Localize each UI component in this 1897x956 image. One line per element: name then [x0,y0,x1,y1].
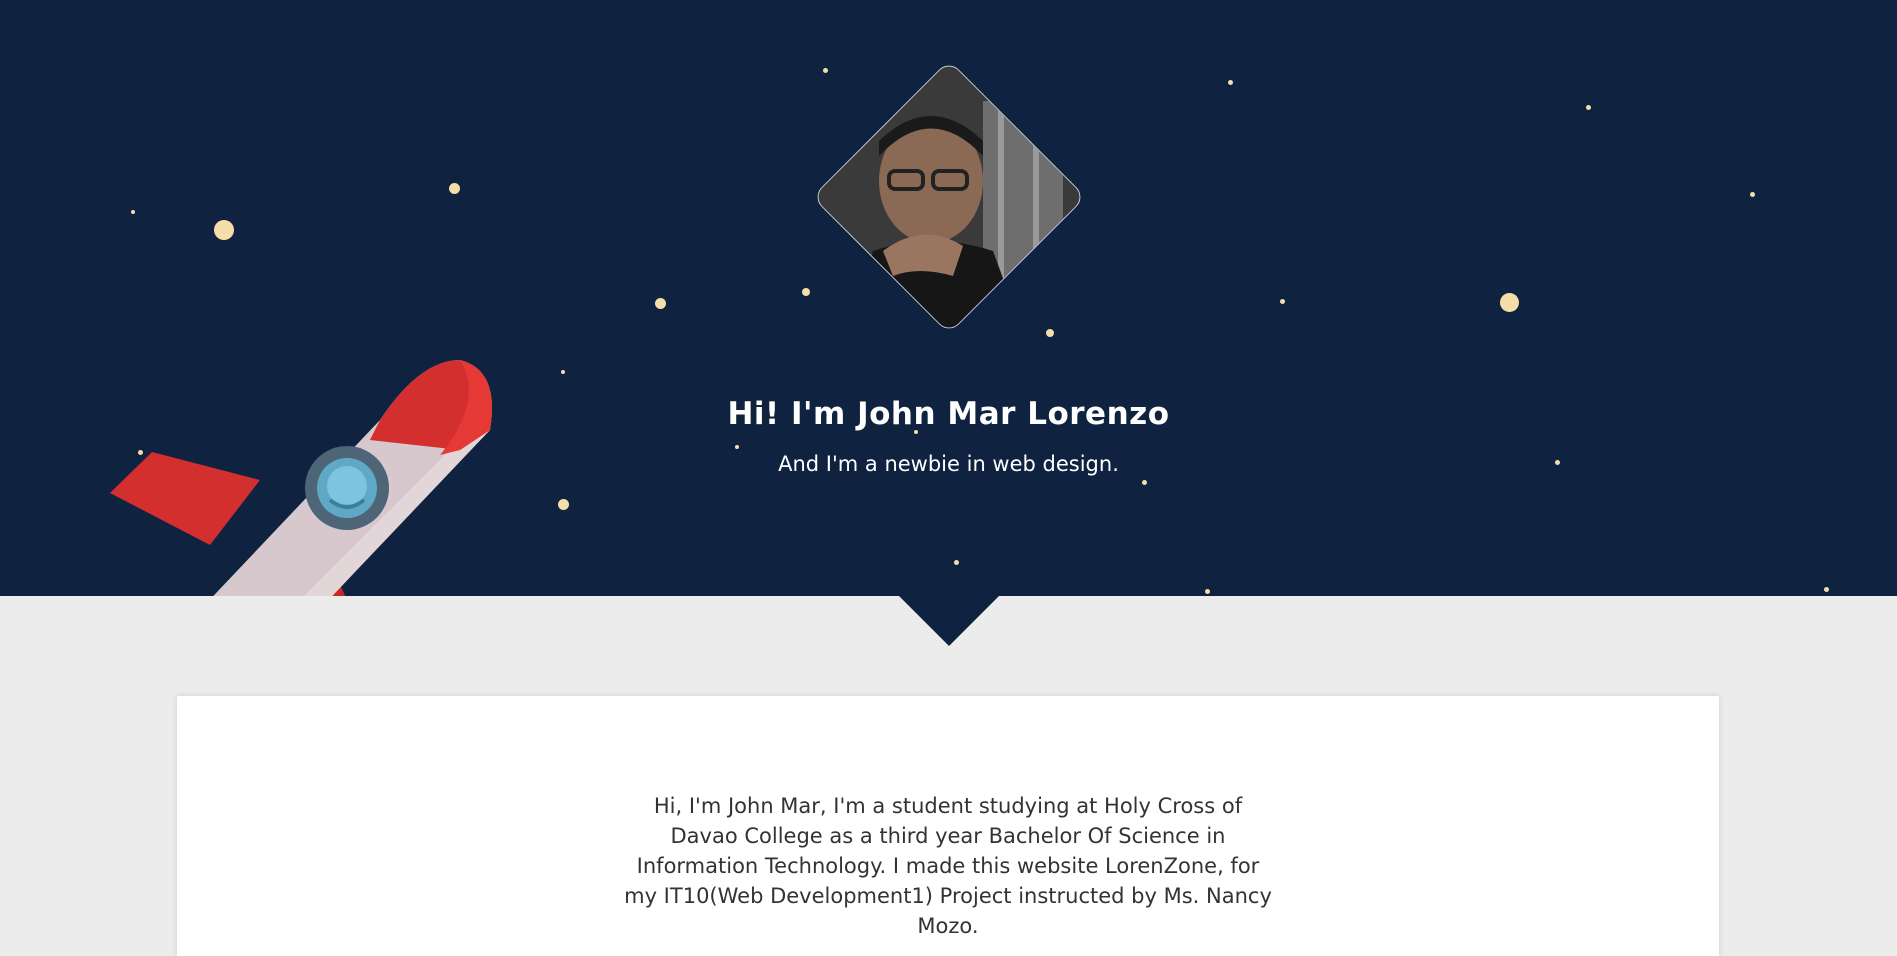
star [735,445,739,449]
hero-section: Hi! I'm John Mar Lorenzo And I'm a newbi… [0,0,1897,596]
section-pointer [898,595,1000,646]
profile-photo-icon [811,59,1087,335]
star [1279,298,1285,304]
star [557,498,569,510]
star [1585,104,1591,110]
star [953,559,959,565]
star [1227,79,1233,85]
star [1749,191,1755,197]
hero-subtitle: And I'm a newbie in web design. [778,452,1119,476]
about-text: Hi, I'm John Mar, I'm a student studying… [624,794,1272,938]
star [1141,479,1147,485]
star [1823,586,1829,592]
star [1499,292,1519,312]
avatar [811,59,1087,335]
star [448,182,460,194]
star [802,288,810,296]
hero-title: Hi! I'm John Mar Lorenzo [727,396,1170,432]
star [1204,588,1210,594]
star [654,297,666,309]
star [561,370,565,374]
star [131,210,135,214]
star [214,220,234,240]
about-card: Hi, I'm John Mar, I'm a student studying… [177,696,1719,956]
